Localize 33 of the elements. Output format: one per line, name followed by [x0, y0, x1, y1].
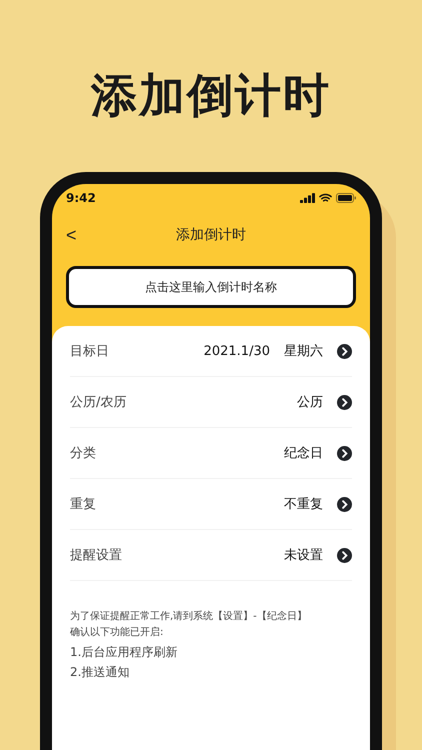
headline: 添加倒计时 [91, 67, 331, 124]
signal-icon [300, 193, 315, 203]
battery-icon [336, 193, 356, 203]
row-label: 分类 [70, 445, 96, 462]
settings-row[interactable]: 目标日 2021.1/30 星期六 [70, 326, 352, 377]
notice-text: 确认以下功能已开启: [70, 626, 164, 640]
row-label: 重复 [70, 496, 96, 513]
back-button[interactable]: < [62, 224, 81, 246]
row-value: 纪念日 [284, 445, 323, 462]
row-value: 公历 [297, 394, 323, 411]
row-label: 公历/农历 [70, 394, 126, 411]
chevron-icon [337, 496, 352, 512]
row-label: 目标日 [70, 343, 109, 360]
settings-row[interactable]: 提醒设置 未设置 [70, 530, 352, 581]
row-value: 不重复 [284, 496, 323, 513]
nav-title: 添加倒计时 [176, 226, 246, 244]
chevron-icon [337, 344, 352, 358]
row-label: 提醒设置 [70, 547, 122, 564]
name-input-field[interactable]: 点击这里输入倒计时名称 [66, 266, 356, 308]
chevron-icon [337, 394, 352, 410]
notice-item: 2.推送通知 [70, 664, 130, 681]
row-value: 星期六 [284, 343, 323, 360]
row-value: 未设置 [284, 547, 323, 564]
wifi-icon [319, 193, 332, 203]
status-time: 9:42 [66, 191, 96, 205]
settings-row[interactable]: 分类 纪念日 [70, 428, 352, 479]
settings-row[interactable]: 重复 不重复 [70, 479, 352, 530]
chevron-icon [337, 446, 352, 460]
chevron-icon [337, 548, 352, 562]
notice-text: 为了保证提醒正常工作,请到系统【设置】-【纪念日】 [70, 610, 308, 624]
notice-item: 1.后台应用程序刷新 [70, 644, 178, 661]
settings-row[interactable]: 公历/农历 公历 [70, 377, 352, 428]
row-value: 2021.1/30 [204, 344, 270, 358]
